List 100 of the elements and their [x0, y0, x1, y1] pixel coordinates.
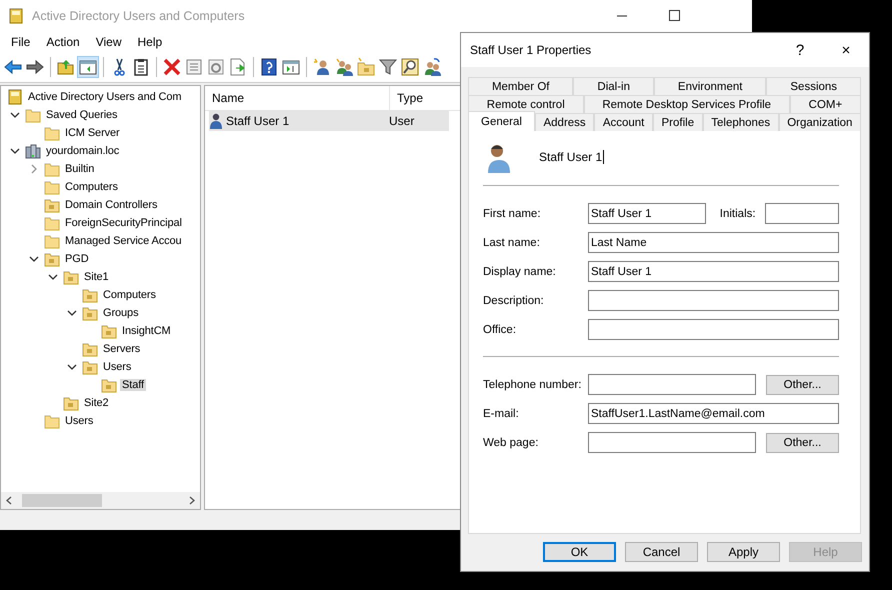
- folder-icon: [44, 125, 60, 141]
- filter-icon[interactable]: [378, 57, 398, 77]
- tree-item[interactable]: yourdomain.loc: [44, 145, 122, 157]
- new-user-icon[interactable]: [312, 57, 332, 77]
- other-button[interactable]: Other...: [766, 374, 839, 394]
- tab[interactable]: Dial-in: [573, 77, 654, 95]
- tree-item[interactable]: Computers: [63, 181, 120, 193]
- tree-item[interactable]: Computers: [101, 289, 158, 301]
- tree-item[interactable]: Site1: [82, 271, 111, 283]
- ou-folder-icon: [44, 251, 60, 267]
- tree-item[interactable]: Site2: [82, 397, 111, 409]
- console-icon: [8, 8, 24, 24]
- column-header[interactable]: Name: [205, 86, 390, 110]
- field-label: Last name:: [483, 236, 541, 248]
- list-row[interactable]: Staff User 1 User: [209, 111, 449, 131]
- folder-icon: [44, 233, 60, 249]
- menu-item[interactable]: View: [88, 35, 130, 49]
- tree-item[interactable]: Active Directory Users and Com: [26, 91, 184, 103]
- folder-icon: [44, 413, 60, 429]
- tree-item[interactable]: Users: [101, 361, 134, 373]
- tab[interactable]: Telephones: [702, 113, 779, 131]
- find-icon[interactable]: [400, 57, 420, 77]
- dialog-button[interactable]: Apply: [707, 542, 780, 562]
- close-button[interactable]: ×: [823, 42, 869, 58]
- menu-item[interactable]: Help: [130, 35, 170, 49]
- ou-folder-icon: [63, 395, 79, 411]
- tree-item[interactable]: Managed Service Accou: [63, 235, 184, 247]
- menu-item[interactable]: Action: [38, 35, 88, 49]
- tab[interactable]: Remote Desktop Services Profile: [584, 95, 790, 113]
- back-arrow-icon[interactable]: [3, 57, 23, 77]
- move-users-icon[interactable]: [422, 57, 442, 77]
- tree-item[interactable]: Groups: [101, 307, 140, 319]
- window-title: Active Directory Users and Computers: [32, 9, 246, 23]
- folder-icon: [25, 107, 41, 123]
- tree-item[interactable]: PGD: [63, 253, 91, 265]
- help-icon[interactable]: [259, 57, 279, 77]
- table-cell: Staff User 1: [226, 114, 290, 128]
- tree-item[interactable]: ForeignSecurityPrincipal: [63, 217, 184, 229]
- field-label: Initials:: [720, 208, 756, 220]
- table-cell: User: [389, 114, 414, 128]
- field-label: Description:: [483, 294, 545, 306]
- input-field[interactable]: [588, 319, 839, 340]
- folder-icon: [44, 215, 60, 231]
- field-label: Web page:: [483, 436, 540, 448]
- tab[interactable]: General: [468, 111, 535, 131]
- properties-icon[interactable]: [184, 57, 204, 77]
- user-icon: [209, 113, 223, 129]
- tab[interactable]: COM+: [790, 95, 861, 113]
- name-field[interactable]: Staff User 1: [539, 150, 604, 164]
- ou-folder-icon: [82, 359, 98, 375]
- input-field[interactable]: Staff User 1: [588, 203, 706, 224]
- tab[interactable]: Organization: [778, 113, 862, 131]
- new-group-icon[interactable]: [334, 57, 354, 77]
- tree-item[interactable]: Saved Queries: [44, 109, 120, 121]
- scrollbar[interactable]: [1, 492, 200, 509]
- tab[interactable]: Member Of: [468, 77, 574, 95]
- tree-item[interactable]: Domain Controllers: [63, 199, 160, 211]
- input-field[interactable]: [764, 203, 839, 224]
- input-field[interactable]: StaffUser1.LastName@email.com: [588, 403, 839, 424]
- tree-item[interactable]: InsightCM: [120, 325, 173, 337]
- input-field[interactable]: Last Name: [588, 232, 839, 253]
- ou-folder-icon: [101, 323, 117, 339]
- tree-item[interactable]: Users: [63, 415, 96, 427]
- tab[interactable]: Address: [534, 113, 594, 131]
- field-label: Display name:: [483, 266, 557, 278]
- folder-icon: [44, 179, 60, 195]
- help-button[interactable]: ?: [777, 42, 823, 58]
- delete-icon[interactable]: [162, 57, 182, 77]
- dialog-button[interactable]: Cancel: [625, 542, 698, 562]
- tab[interactable]: Environment: [654, 77, 766, 95]
- tab[interactable]: Sessions: [766, 77, 862, 95]
- ou-folder-icon: [82, 305, 98, 321]
- ou-folder-icon: [82, 341, 98, 357]
- field-label: First name:: [483, 208, 542, 220]
- dialog-title: Staff User 1 Properties: [470, 43, 592, 57]
- forward-arrow-icon[interactable]: [25, 57, 45, 77]
- ou-folder-icon: [63, 269, 79, 285]
- field-label: Telephone number:: [483, 378, 582, 390]
- tab[interactable]: Account: [594, 113, 653, 131]
- other-button[interactable]: Other...: [766, 432, 839, 452]
- ou-folder-icon: [82, 287, 98, 303]
- tree-item[interactable]: ICM Server: [63, 127, 122, 139]
- dialog-button[interactable]: OK: [543, 542, 616, 562]
- tree-item[interactable]: Staff: [120, 379, 146, 391]
- up-folder-icon[interactable]: [56, 57, 76, 77]
- field-label: Office:: [483, 324, 518, 336]
- console-tree-icon[interactable]: [78, 57, 98, 77]
- tab[interactable]: Remote control: [468, 95, 584, 113]
- input-field[interactable]: [588, 290, 839, 311]
- input-field[interactable]: [588, 432, 756, 453]
- input-field[interactable]: Staff User 1: [588, 261, 839, 282]
- input-field[interactable]: [588, 374, 756, 395]
- tree-item[interactable]: Servers: [101, 343, 142, 355]
- folder-icon: [44, 161, 60, 177]
- tree-item[interactable]: Builtin: [63, 163, 96, 175]
- menu-item[interactable]: File: [3, 35, 38, 49]
- ou-folder-icon: [101, 377, 117, 393]
- tab[interactable]: Profile: [652, 113, 703, 131]
- ou-folder-icon: [44, 197, 60, 213]
- console-icon: [7, 89, 23, 105]
